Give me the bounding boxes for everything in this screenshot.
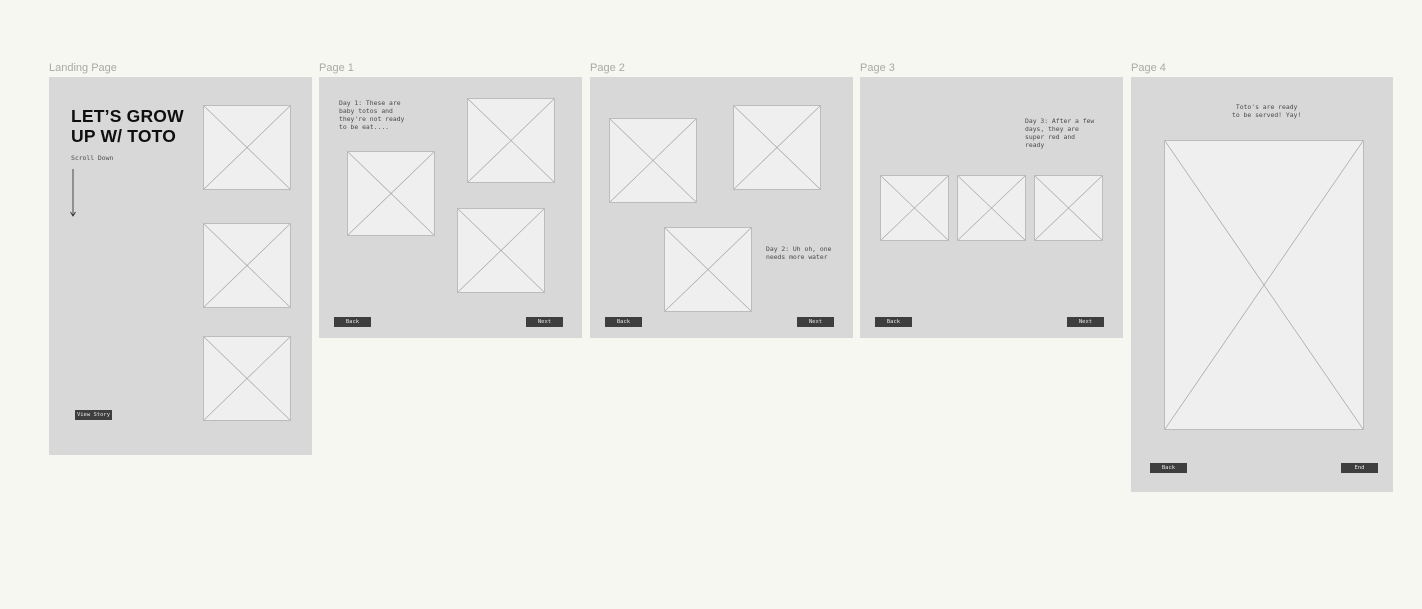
frame-label-page-3[interactable]: Page 3 <box>860 62 895 74</box>
frame-label-page-1[interactable]: Page 1 <box>319 62 354 74</box>
image-placeholder <box>347 151 435 236</box>
frame-label-page-2[interactable]: Page 2 <box>590 62 625 74</box>
view-story-button[interactable]: View Story <box>75 410 112 420</box>
back-button[interactable]: Back <box>334 317 371 327</box>
image-placeholder <box>457 208 545 293</box>
back-button[interactable]: Back <box>605 317 642 327</box>
image-placeholder <box>203 336 291 421</box>
page-2-text: Day 2: Uh oh, one needs more water <box>766 245 832 261</box>
image-placeholder <box>467 98 555 183</box>
frame-label-landing[interactable]: Landing Page <box>49 62 117 74</box>
page-4-text: Toto's are ready to be served! Yay! <box>1232 103 1302 119</box>
image-placeholder <box>203 223 291 308</box>
image-placeholder <box>957 175 1026 241</box>
end-button[interactable]: End <box>1341 463 1378 473</box>
next-button[interactable]: Next <box>526 317 563 327</box>
page-1-text: Day 1: These are baby totos and they're … <box>339 99 405 131</box>
back-button[interactable]: Back <box>875 317 912 327</box>
next-button[interactable]: Next <box>797 317 834 327</box>
frame-page-1[interactable]: Day 1: These are baby totos and they're … <box>319 77 582 338</box>
frame-landing-page[interactable]: LET’S GROW UP W/ TOTO Scroll Down View S… <box>49 77 312 455</box>
image-placeholder-large <box>1164 140 1364 430</box>
image-placeholder <box>203 105 291 190</box>
next-button[interactable]: Next <box>1067 317 1104 327</box>
scroll-down-hint: Scroll Down <box>71 154 114 162</box>
back-button[interactable]: Back <box>1150 463 1187 473</box>
image-placeholder <box>1034 175 1103 241</box>
frame-label-page-4[interactable]: Page 4 <box>1131 62 1166 74</box>
frame-page-3[interactable]: Day 3: After a few days, they are super … <box>860 77 1123 338</box>
arrow-down-icon <box>70 169 76 217</box>
frame-page-4[interactable]: Toto's are ready to be served! Yay! Back… <box>1131 77 1393 492</box>
page-3-text: Day 3: After a few days, they are super … <box>1025 117 1095 149</box>
landing-title: LET’S GROW UP W/ TOTO <box>71 106 184 146</box>
frame-page-2[interactable]: Day 2: Uh oh, one needs more water Back … <box>590 77 853 338</box>
image-placeholder <box>880 175 949 241</box>
image-placeholder <box>609 118 697 203</box>
image-placeholder <box>733 105 821 190</box>
image-placeholder <box>664 227 752 312</box>
